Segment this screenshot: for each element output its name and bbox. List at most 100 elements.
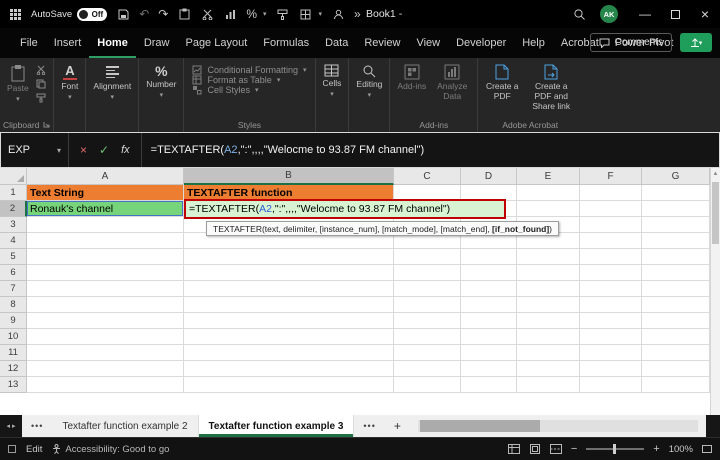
close-button[interactable]: × bbox=[690, 0, 720, 28]
cell-D8[interactable] bbox=[461, 297, 517, 313]
row-header-10[interactable]: 10 bbox=[0, 329, 27, 345]
cell-G1[interactable] bbox=[642, 185, 710, 201]
conditional-formatting-button[interactable]: Conditional Formatting ▾ bbox=[192, 65, 306, 75]
cell-E2[interactable] bbox=[517, 201, 580, 217]
format-painter-icon[interactable] bbox=[36, 93, 46, 103]
cell-B6[interactable] bbox=[184, 265, 394, 281]
cell-F11[interactable] bbox=[580, 345, 642, 361]
column-header-G[interactable]: G bbox=[642, 168, 710, 185]
row-header-3[interactable]: 3 bbox=[0, 217, 27, 233]
row-header-1[interactable]: 1 bbox=[0, 185, 27, 201]
sheet-tab[interactable]: Textafter function example 2 bbox=[52, 415, 198, 437]
cell-A10[interactable] bbox=[27, 329, 184, 345]
cell-C5[interactable] bbox=[394, 249, 461, 265]
account-avatar[interactable]: AK bbox=[600, 5, 618, 23]
borders-chevron-icon[interactable]: ▾ bbox=[319, 10, 323, 18]
cell-G3[interactable] bbox=[642, 217, 710, 233]
cell-G9[interactable] bbox=[642, 313, 710, 329]
insert-function-button[interactable]: fx bbox=[121, 144, 130, 156]
cell-F2[interactable] bbox=[580, 201, 642, 217]
column-header-C[interactable]: C bbox=[394, 168, 461, 185]
percent-style-icon[interactable]: % bbox=[246, 8, 257, 20]
cell-A9[interactable] bbox=[27, 313, 184, 329]
cell-E9[interactable] bbox=[517, 313, 580, 329]
menu-tab-data[interactable]: Data bbox=[317, 29, 356, 58]
horizontal-scroll-thumb[interactable] bbox=[420, 420, 540, 432]
alignment-button[interactable]: Alignment ▾ bbox=[89, 61, 135, 102]
comments-button[interactable]: Comments bbox=[590, 33, 672, 52]
cell-C6[interactable] bbox=[394, 265, 461, 281]
horizontal-scrollbar[interactable] bbox=[418, 420, 698, 432]
cell-B8[interactable] bbox=[184, 297, 394, 313]
cell-D11[interactable] bbox=[461, 345, 517, 361]
cell-G2[interactable] bbox=[642, 201, 710, 217]
menu-tab-home[interactable]: Home bbox=[89, 29, 136, 58]
sheet-nav-right-icon[interactable]: ▸ bbox=[12, 422, 16, 430]
cell-B11[interactable] bbox=[184, 345, 394, 361]
cell-F5[interactable] bbox=[580, 249, 642, 265]
cell-D12[interactable] bbox=[461, 361, 517, 377]
cell-B13[interactable] bbox=[184, 377, 394, 393]
cell-C7[interactable] bbox=[394, 281, 461, 297]
autosave-control[interactable]: AutoSave Off bbox=[31, 8, 107, 21]
cell-G7[interactable] bbox=[642, 281, 710, 297]
page-break-view-icon[interactable] bbox=[550, 444, 562, 454]
row-header-7[interactable]: 7 bbox=[0, 281, 27, 297]
cell-D10[interactable] bbox=[461, 329, 517, 345]
scroll-up-icon[interactable]: ▲ bbox=[711, 168, 720, 180]
menu-tab-help[interactable]: Help bbox=[514, 29, 553, 58]
cell-G11[interactable] bbox=[642, 345, 710, 361]
cell-B12[interactable] bbox=[184, 361, 394, 377]
row-header-8[interactable]: 8 bbox=[0, 297, 27, 313]
cell-F4[interactable] bbox=[580, 233, 642, 249]
cell-A5[interactable] bbox=[27, 249, 184, 265]
cell-F13[interactable] bbox=[580, 377, 642, 393]
menu-tab-view[interactable]: View bbox=[408, 29, 448, 58]
vertical-scrollbar[interactable]: ▲ bbox=[710, 168, 720, 415]
cell-F9[interactable] bbox=[580, 313, 642, 329]
sheet-nav-left-icon[interactable]: ◂ bbox=[6, 422, 10, 430]
cell-A6[interactable] bbox=[27, 265, 184, 281]
accessibility-status[interactable]: Accessibility: Good to go bbox=[65, 444, 169, 455]
percent-chevron-icon[interactable]: ▾ bbox=[263, 10, 267, 18]
copy-icon[interactable] bbox=[36, 79, 46, 89]
qat-overflow-icon[interactable]: » bbox=[354, 8, 361, 20]
borders-icon[interactable] bbox=[299, 7, 313, 21]
chart-icon[interactable] bbox=[223, 7, 237, 21]
row-header-5[interactable]: 5 bbox=[0, 249, 27, 265]
cell-D9[interactable] bbox=[461, 313, 517, 329]
column-header-B[interactable]: B bbox=[184, 168, 394, 185]
create-pdf-share-button[interactable]: Create a PDF and Share link bbox=[523, 61, 579, 111]
sheet-tabs-overflow-right[interactable]: ••• bbox=[354, 415, 384, 437]
cell-A13[interactable] bbox=[27, 377, 184, 393]
cell-G12[interactable] bbox=[642, 361, 710, 377]
menu-tab-formulas[interactable]: Formulas bbox=[255, 29, 317, 58]
row-header-12[interactable]: 12 bbox=[0, 361, 27, 377]
maximize-button[interactable] bbox=[660, 0, 690, 28]
app-launcher-icon[interactable] bbox=[8, 7, 22, 21]
format-as-table-button[interactable]: Format as Table ▾ bbox=[192, 75, 306, 85]
paste-button[interactable]: Paste ▾ bbox=[3, 61, 33, 104]
analyze-data-button[interactable]: Analyze Data bbox=[430, 61, 474, 102]
cell-D13[interactable] bbox=[461, 377, 517, 393]
sheet-tab[interactable]: Textafter function example 3 bbox=[199, 415, 355, 437]
cell-F12[interactable] bbox=[580, 361, 642, 377]
cell-E13[interactable] bbox=[517, 377, 580, 393]
cell-E11[interactable] bbox=[517, 345, 580, 361]
cell-C10[interactable] bbox=[394, 329, 461, 345]
cell-E1[interactable] bbox=[517, 185, 580, 201]
menu-tab-draw[interactable]: Draw bbox=[136, 29, 178, 58]
cell-G4[interactable] bbox=[642, 233, 710, 249]
cell-C11[interactable] bbox=[394, 345, 461, 361]
autosave-toggle[interactable]: Off bbox=[77, 8, 107, 21]
macro-record-icon[interactable] bbox=[8, 445, 16, 453]
cell-A7[interactable] bbox=[27, 281, 184, 297]
editing-button[interactable]: Editing ▾ bbox=[352, 61, 386, 100]
row-header-2[interactable]: 2 bbox=[0, 201, 27, 217]
cell-G5[interactable] bbox=[642, 249, 710, 265]
cell-F3[interactable] bbox=[580, 217, 642, 233]
search-icon[interactable] bbox=[572, 7, 586, 21]
redo-icon[interactable]: ↷ bbox=[158, 8, 168, 20]
zoom-fit-icon[interactable] bbox=[702, 444, 712, 454]
column-header-A[interactable]: A bbox=[27, 168, 184, 185]
